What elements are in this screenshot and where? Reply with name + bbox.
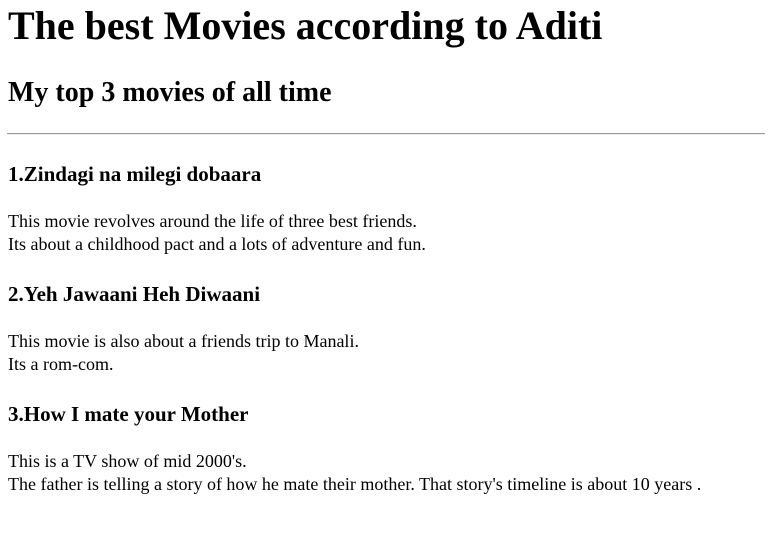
movie-2-line-1: This movie is also about a friends trip … <box>8 331 359 351</box>
movie-1-description: This movie revolves around the life of t… <box>8 210 748 256</box>
movie-2-line-2: Its a rom-com. <box>8 354 114 374</box>
page-title: The best Movies according to Aditi <box>8 3 603 48</box>
movie-2-description: This movie is also about a friends trip … <box>8 330 748 376</box>
page-subtitle: My top 3 movies of all time <box>8 77 332 108</box>
movie-1-heading: 1.Zindagi na milegi dobaara <box>8 162 262 186</box>
movie-1-line-1: This movie revolves around the life of t… <box>8 211 417 231</box>
page: The best Movies according to Aditi My to… <box>0 0 773 537</box>
movie-3-line-2: The father is telling a story of how he … <box>8 474 702 494</box>
movie-3-description: This is a TV show of mid 2000's. The fat… <box>8 450 748 496</box>
movie-3-line-1: This is a TV show of mid 2000's. <box>8 451 247 471</box>
divider <box>7 133 765 135</box>
movie-3-heading: 3.How I mate your Mother <box>8 402 249 426</box>
movie-2-heading: 2.Yeh Jawaani Heh Diwaani <box>8 282 261 306</box>
movie-1-line-2: Its about a childhood pact and a lots of… <box>8 234 426 254</box>
